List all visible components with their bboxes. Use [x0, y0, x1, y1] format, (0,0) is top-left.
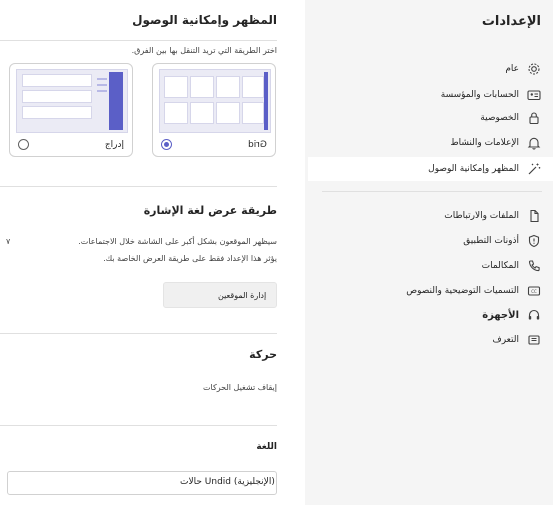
sidebar-item-accounts[interactable]: الحسابات والمؤسسة [441, 84, 541, 106]
shield-icon [527, 234, 541, 248]
sidebar-item-calls[interactable]: المكالمات [482, 255, 541, 277]
svg-text:CC: CC [531, 289, 537, 294]
sidebar-item-notifications[interactable]: الإعلامات والنشاط [450, 132, 541, 154]
sidebar-item-general[interactable]: عام [505, 58, 541, 80]
sidebar-item-captions[interactable]: التسميات التوضيحية والنصوص CC [406, 280, 541, 302]
manage-signers-label: إدارة الموقعين [218, 290, 267, 300]
settings-title: الإعدادات [481, 14, 541, 29]
sidebar-item-label: التسميات التوضيحية والنصوص [406, 286, 519, 296]
language-title: اللغة [256, 442, 277, 452]
motion-toggle-label[interactable]: إيقاف تشغيل الحركات [203, 383, 277, 392]
page-title: المظهر وإمكانية الوصول [132, 13, 277, 27]
layout-hint: اختر الطريقة التي تريد التنقل بها بين ال… [131, 46, 277, 55]
sidebar-item-label: الحسابات والمؤسسة [440, 90, 519, 100]
sidebar-item-label: الإعلامات والنشاط [450, 138, 519, 148]
grid-layout-thumbnail [159, 69, 271, 133]
sidebar-divider [322, 191, 542, 192]
sidebar-item-label: التعرف [492, 335, 519, 345]
sidebar-item-privacy[interactable]: الخصوصية [480, 107, 541, 129]
sign-language-side-mark: ۷ [6, 237, 11, 246]
captions-icon: CC [527, 284, 541, 298]
layout-grid-radio[interactable] [161, 139, 172, 150]
sidebar-item-label: أذونات التطبيق [463, 236, 519, 246]
sign-language-title: طريقة عرض لغة الإشارة [143, 204, 277, 217]
sidebar-item-label: الخصوصية [480, 113, 519, 123]
recognition-icon [527, 333, 541, 347]
sidebar-item-recognition[interactable]: التعرف [492, 329, 541, 351]
bell-icon [527, 136, 541, 150]
layout-list-label: إدراج [104, 139, 124, 150]
layout-option-grid-card[interactable]: Grid [152, 63, 276, 157]
accessibility-wand-icon [527, 162, 541, 176]
layout-grid-label: Grid [248, 139, 267, 150]
layout-list-radio[interactable] [18, 139, 29, 150]
sidebar-item-permissions[interactable]: أذونات التطبيق [463, 230, 541, 252]
sidebar-item-label: عام [505, 64, 519, 74]
section-divider [0, 425, 277, 426]
sidebar-item-label: المظهر وإمكانية الوصول [428, 164, 519, 174]
lock-icon [527, 111, 541, 125]
title-divider [0, 40, 277, 41]
section-divider [0, 333, 277, 334]
sidebar-item-files[interactable]: الملفات والارتباطات [444, 205, 541, 227]
section-divider [0, 186, 277, 187]
motion-title: حركة [249, 348, 277, 361]
sidebar-item-label: الأجهزة [482, 309, 519, 321]
language-dropdown[interactable]: حالات Undid (الإنجليزية) [7, 471, 277, 495]
sidebar-item-label: المكالمات [481, 261, 519, 271]
sign-language-desc-2: يؤثر هذا الإعداد فقط على طريقة العرض الخ… [103, 254, 277, 263]
manage-signers-button[interactable]: إدارة الموقعين [163, 282, 277, 308]
headset-icon [527, 308, 541, 322]
layout-option-list-card[interactable]: إدراج [9, 63, 133, 157]
sidebar-item-appearance[interactable]: المظهر وإمكانية الوصول [428, 158, 541, 180]
sidebar-item-devices[interactable]: الأجهزة [482, 304, 541, 326]
file-icon [527, 209, 541, 223]
id-card-icon [527, 88, 541, 102]
sidebar-item-label: الملفات والارتباطات [444, 211, 519, 221]
list-layout-thumbnail [16, 69, 128, 133]
sign-language-desc-1: سيظهر الموقعون بشكل أكبر على الشاشة خلال… [78, 237, 277, 246]
language-dropdown-value: حالات Undid (الإنجليزية) [180, 477, 275, 487]
phone-icon [527, 259, 541, 273]
gear-icon [527, 62, 541, 76]
